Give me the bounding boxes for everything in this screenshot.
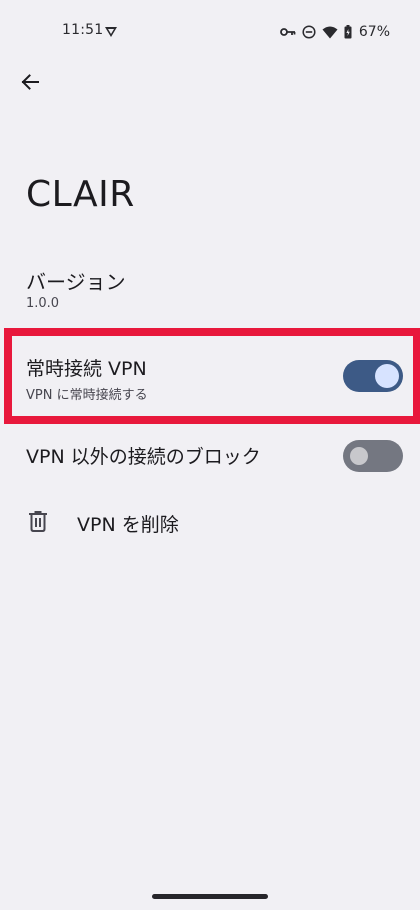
toggle-thumb: [350, 447, 368, 465]
vpn-key-icon: [279, 27, 296, 37]
version-label: バージョン: [26, 270, 126, 294]
status-icons: 67%: [279, 21, 390, 43]
delete-vpn-row[interactable]: VPN を削除: [0, 498, 420, 548]
wifi-icon: [322, 26, 338, 39]
version-row: バージョン 1.0.0: [0, 258, 420, 318]
battery-icon: [344, 25, 352, 39]
delete-vpn-label: VPN を削除: [77, 514, 179, 536]
status-bar: 11:51 67%: [0, 0, 420, 64]
trash-icon: [28, 510, 48, 536]
always-on-vpn-toggle[interactable]: [343, 360, 403, 392]
page-title: CLAIR: [26, 174, 135, 215]
block-without-vpn-row[interactable]: VPN 以外の接続のブロック: [0, 432, 420, 484]
do-not-disturb-icon: [302, 25, 316, 39]
always-on-vpn-label: 常時接続 VPN: [26, 358, 147, 380]
block-without-vpn-toggle[interactable]: [343, 440, 403, 472]
toggle-thumb: [375, 364, 399, 388]
always-on-vpn-row[interactable]: 常時接続 VPN VPN に常時接続する: [0, 336, 420, 416]
navigation-handle[interactable]: [152, 894, 268, 899]
block-without-vpn-label: VPN 以外の接続のブロック: [26, 446, 261, 468]
always-on-vpn-description: VPN に常時接続する: [26, 388, 148, 403]
back-button[interactable]: [12, 64, 48, 100]
battery-percent: 67%: [358, 24, 390, 40]
app-notification-icon: [104, 24, 118, 43]
version-value: 1.0.0: [26, 296, 60, 311]
status-time: 11:51: [62, 22, 104, 38]
arrow-back-icon: [21, 74, 39, 90]
